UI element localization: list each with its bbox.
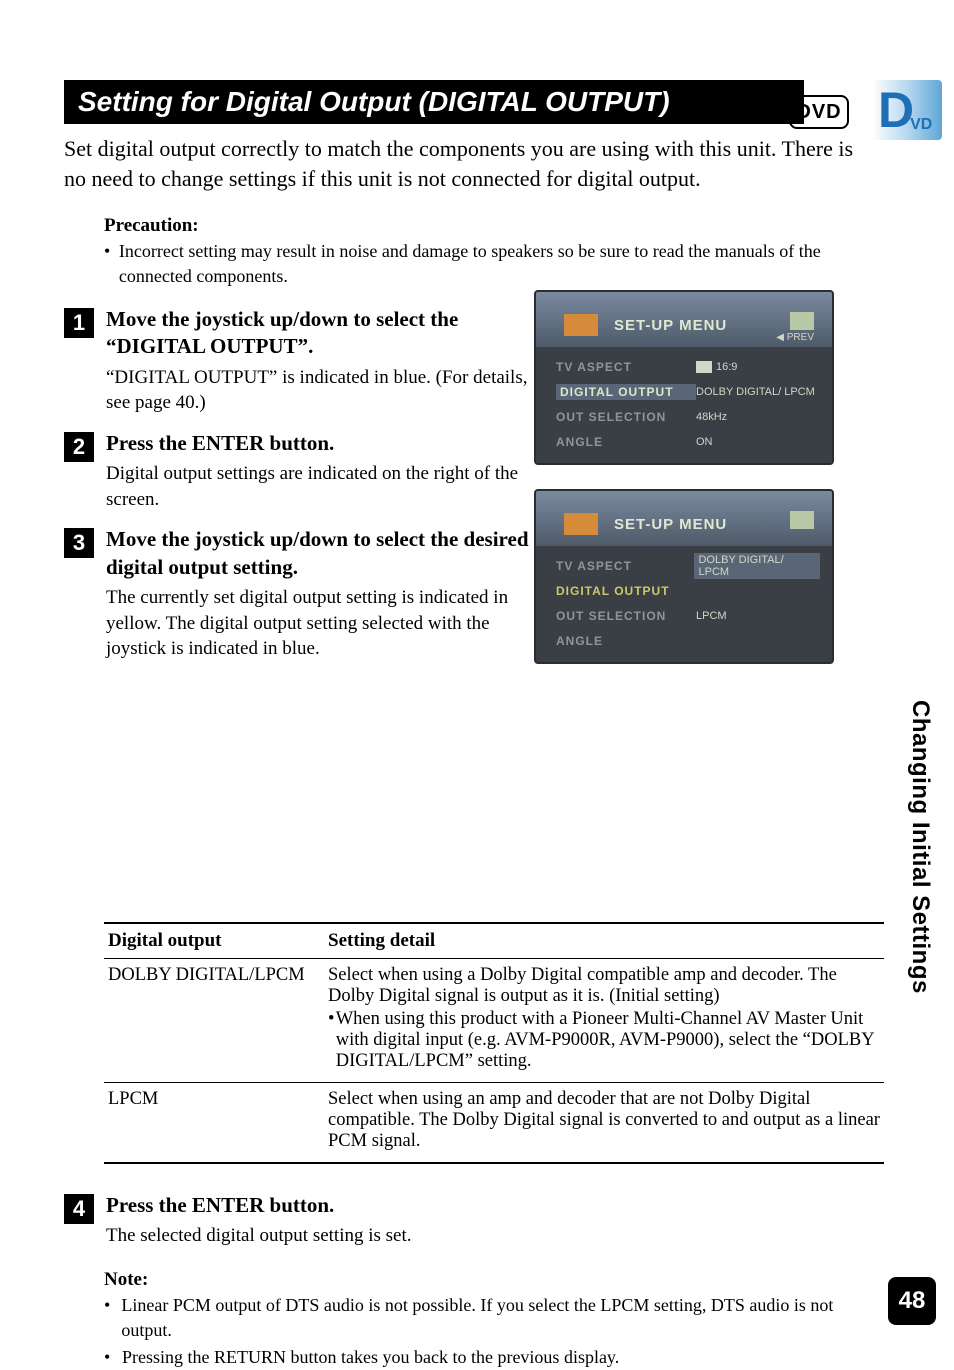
precaution-bullet: • Incorrect setting may result in noise … [104,239,844,288]
side-tab-letter-d: D [878,85,914,135]
osd1-prev-label: ◀ PREV [776,332,814,343]
osd2-row1-value: DOLBY DIGITAL/ LPCM [694,553,820,579]
osd-screenshot-2: SET-UP MENU TV ASPECTDOLBY DIGITAL/ LPCM… [534,489,834,664]
osd2-row3-value: LPCM [696,610,727,622]
osd1-row3-label: OUT SELECTION [556,410,696,424]
osd1-row1-value: 16:9 [716,361,737,373]
step-1-heading: Move the joystick up/down to select the … [106,306,506,361]
precaution-block: Precaution: • Incorrect setting may resu… [104,215,844,288]
osd1-row4-label: ANGLE [556,435,696,449]
osd2-row2-label: DIGITAL OUTPUT [556,584,696,598]
osd1-row1-label: TV ASPECT [556,360,696,374]
osd2-row3-label: OUT SELECTION [556,609,696,623]
step-2-heading: Press the ENTER button. [106,430,506,457]
dvd-disc-badge: DVD [789,95,849,129]
step-number-3: 3 [64,528,94,558]
osd-gear-icon [790,511,814,529]
precaution-heading: Precaution: [104,215,844,237]
osd-disc-icon [564,513,598,535]
step-number-1: 1 [64,308,94,338]
step-3-text: The currently set digital output setting… [106,585,546,662]
dvd-logo: DVD [789,95,849,129]
osd1-row3-value: 48kHz [696,411,727,423]
osd-disc-icon [564,314,598,336]
step-number-2: 2 [64,432,94,462]
table-cell-dolby-detail: Select when using a Dolby Digital compat… [324,958,884,1082]
settings-table: Digital output Setting detail DOLBY DIGI… [104,922,884,1164]
table-dolby-detail-bullet: When using this product with a Pioneer M… [336,1009,880,1072]
osd2-title: SET-UP MENU [614,516,727,533]
steps-column-lower: 4 Press the ENTER button. The selected d… [64,1192,890,1249]
page: DVD D VD Setting for Digital Output (DIG… [0,0,954,1355]
precaution-text: Incorrect setting may result in noise an… [119,239,844,288]
tv-icon [696,361,712,373]
table-header-digital-output: Digital output [104,923,324,959]
note-item-1: Linear PCM output of DTS audio is not po… [121,1293,864,1343]
osd-gear-icon [790,312,814,330]
step-number-4: 4 [64,1194,94,1224]
note-heading: Note: [104,1269,864,1291]
side-tab-letters-vd: VD [910,116,932,134]
osd2-row4-label: ANGLE [556,634,696,648]
osd-screenshot-column: SET-UP MENU ◀ PREV TV ASPECT 16:9 DIGITAL… [534,290,854,688]
table-dolby-detail-line1: Select when using a Dolby Digital compat… [328,965,837,1006]
osd2-row1-label: TV ASPECT [556,559,694,573]
step-2-text: Digital output settings are indicated on… [106,461,536,512]
step-4-heading: Press the ENTER button. [106,1192,890,1219]
page-number-badge: 48 [888,1277,936,1325]
section-title: Setting for Digital Output (DIGITAL OUTP… [64,80,804,124]
osd1-title: SET-UP MENU [614,317,727,334]
sidebar-section-label: Changing Initial Settings [906,700,934,994]
step-4-text: The selected digital output setting is s… [106,1223,890,1249]
lead-paragraph: Set digital output correctly to match th… [64,134,874,193]
step-1-text: “DIGITAL OUTPUT” is indicated in blue. (… [106,365,536,416]
table-header-setting-detail: Setting detail [324,923,884,959]
table-cell-dolby-label: DOLBY DIGITAL/LPCM [104,958,324,1082]
step-3-heading: Move the joystick up/down to select the … [106,526,536,581]
osd1-row2-value: DOLBY DIGITAL/ LPCM [696,386,815,398]
table-cell-lpcm-detail: Select when using an amp and decoder tha… [324,1082,884,1163]
osd-screenshot-1: SET-UP MENU ◀ PREV TV ASPECT 16:9 DIGITAL… [534,290,834,465]
side-tab-dvd: D VD [872,80,942,140]
note-item-2: Pressing the RETURN button takes you bac… [122,1345,619,1370]
osd1-row2-label: DIGITAL OUTPUT [556,384,696,400]
osd1-row4-value: ON [696,436,713,448]
table-cell-lpcm-label: LPCM [104,1082,324,1163]
step-4: 4 Press the ENTER button. The selected d… [64,1192,890,1249]
